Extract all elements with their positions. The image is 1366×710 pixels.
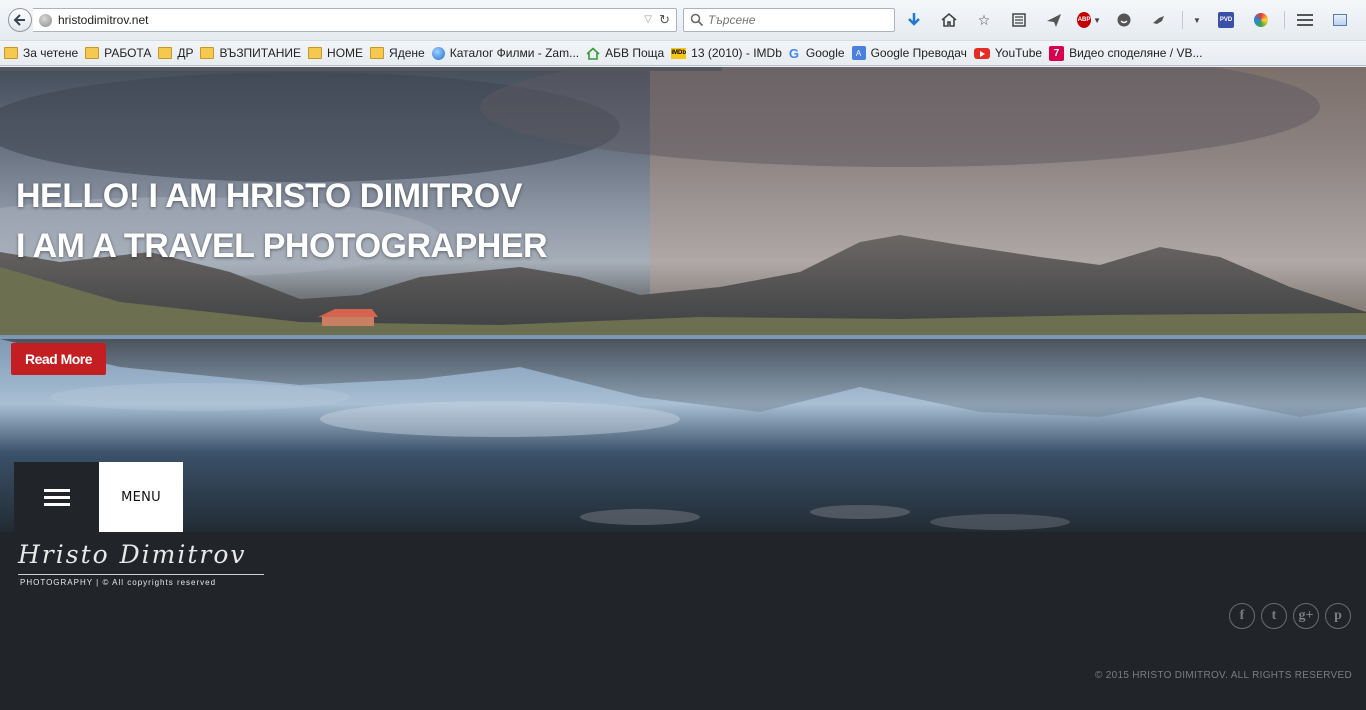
toolbar-separator — [1284, 11, 1285, 29]
folder-icon — [85, 47, 100, 59]
send-icon[interactable] — [1042, 8, 1066, 32]
pvd-icon[interactable]: PVD — [1214, 8, 1238, 32]
bookmark-folder[interactable]: ДР — [158, 46, 193, 60]
search-icon — [690, 13, 704, 27]
url-history-dropdown-icon[interactable]: ▽ — [644, 14, 652, 25]
hero-title-line1: HELLO! I AM HRISTO DIMITROV — [16, 177, 522, 215]
translate-icon: A — [851, 46, 866, 60]
seven-icon: 7 — [1049, 45, 1065, 61]
folder-icon — [158, 47, 173, 59]
facebook-icon[interactable]: f — [1229, 603, 1255, 629]
colorful-extension-icon[interactable] — [1249, 8, 1273, 32]
folder-icon — [4, 47, 18, 59]
social-links: f t g+ p — [1229, 603, 1357, 629]
toolbar-separator — [1182, 11, 1183, 29]
home-icon — [586, 46, 600, 60]
bookmark-link[interactable]: Каталог Филми - Zam... — [431, 46, 579, 60]
folder-icon — [200, 47, 215, 59]
imdb-icon: IMDb — [671, 47, 687, 59]
logo-divider — [18, 574, 264, 575]
folder-icon — [370, 47, 385, 59]
adblock-icon[interactable]: ABP ▼ — [1077, 8, 1101, 32]
hero-title: HELLO! I AM HRISTO DIMITROV I AM A TRAVE… — [16, 171, 548, 271]
logo-subtitle: PHOTOGRAPHY | © All copyrights reserved — [20, 578, 217, 587]
pinterest-icon[interactable]: p — [1325, 603, 1351, 629]
home-icon[interactable] — [937, 8, 961, 32]
url-bar[interactable]: hristodimitrov.net ▽ ↻ — [33, 8, 677, 32]
back-button[interactable] — [8, 8, 32, 32]
logo-script: Hristo Dimitrov — [18, 540, 247, 569]
url-text[interactable]: hristodimitrov.net — [58, 13, 148, 27]
menu-label[interactable]: MENU — [99, 462, 183, 532]
reload-icon[interactable]: ↻ — [659, 12, 670, 28]
screenshot-icon[interactable] — [1328, 8, 1352, 32]
bookmark-link[interactable]: АБВ Поща — [586, 46, 664, 60]
youtube-icon — [973, 47, 990, 59]
bookmark-link[interactable]: A Google Преводач — [851, 46, 967, 60]
bookmark-link[interactable]: G Google — [789, 46, 845, 61]
bookmark-folder[interactable]: HOME — [308, 46, 363, 60]
extension-icon[interactable] — [1147, 8, 1171, 32]
folder-icon — [308, 47, 323, 59]
download-icon[interactable] — [902, 8, 926, 32]
bookmark-folder[interactable]: За четене — [4, 46, 78, 60]
bookmark-folder[interactable]: РАБОТА — [85, 46, 151, 60]
footer: Hristo Dimitrov PHOTOGRAPHY | © All copy… — [0, 532, 1366, 710]
back-arrow-icon — [13, 14, 25, 26]
loading-progress-line — [0, 67, 722, 71]
web-icon — [431, 46, 445, 60]
browser-toolbar: ☆ ABP ▼ ▼ PVD — [902, 8, 1363, 32]
menu-toggle[interactable]: MENU — [14, 462, 183, 532]
bookmarks-bar: За четене РАБОТА ДР ВЪЗПИТАНИЕ HOME Яден… — [0, 40, 1366, 66]
twitter-icon[interactable]: t — [1261, 603, 1287, 629]
menu-hamburger-icon[interactable] — [14, 462, 99, 532]
hamburger-menu-icon[interactable] — [1293, 8, 1317, 32]
chevron-down-icon[interactable]: ▼ — [1191, 8, 1203, 32]
bookmark-link[interactable]: 7 Видео споделяне / VB... — [1049, 45, 1202, 61]
google-plus-icon[interactable]: g+ — [1293, 603, 1319, 629]
read-more-button[interactable]: Read More — [11, 343, 106, 375]
google-icon: G — [788, 45, 799, 61]
hero-title-line2: I AM A TRAVEL PHOTOGRAPHER — [16, 227, 548, 265]
hero-section: HELLO! I AM HRISTO DIMITROV I AM A TRAVE… — [0, 67, 1366, 532]
hero-landscape-image — [0, 67, 1366, 532]
reading-list-icon[interactable] — [1007, 8, 1031, 32]
copyright-text: © 2015 HRISTO DIMITROV. ALL RIGHTS RESER… — [1094, 670, 1352, 681]
bookmark-link[interactable]: IMDb 13 (2010) - IMDb — [671, 46, 782, 60]
site-identity-icon[interactable] — [39, 14, 52, 27]
bookmark-folder[interactable]: Ядене — [370, 46, 425, 60]
site-logo[interactable]: Hristo Dimitrov PHOTOGRAPHY | © All copy… — [18, 540, 268, 590]
search-bar[interactable] — [683, 8, 895, 32]
bookmark-star-icon[interactable]: ☆ — [972, 8, 996, 32]
chevron-down-icon: ▼ — [1093, 15, 1101, 25]
browser-nav-bar: hristodimitrov.net ▽ ↻ ☆ ABP▼ ▼ PVD — [0, 0, 1366, 40]
bookmark-link[interactable]: YouTube — [973, 46, 1042, 60]
search-input[interactable] — [708, 12, 888, 28]
bookmark-folder[interactable]: ВЪЗПИТАНИЕ — [200, 46, 301, 60]
chat-icon[interactable] — [1112, 8, 1136, 32]
